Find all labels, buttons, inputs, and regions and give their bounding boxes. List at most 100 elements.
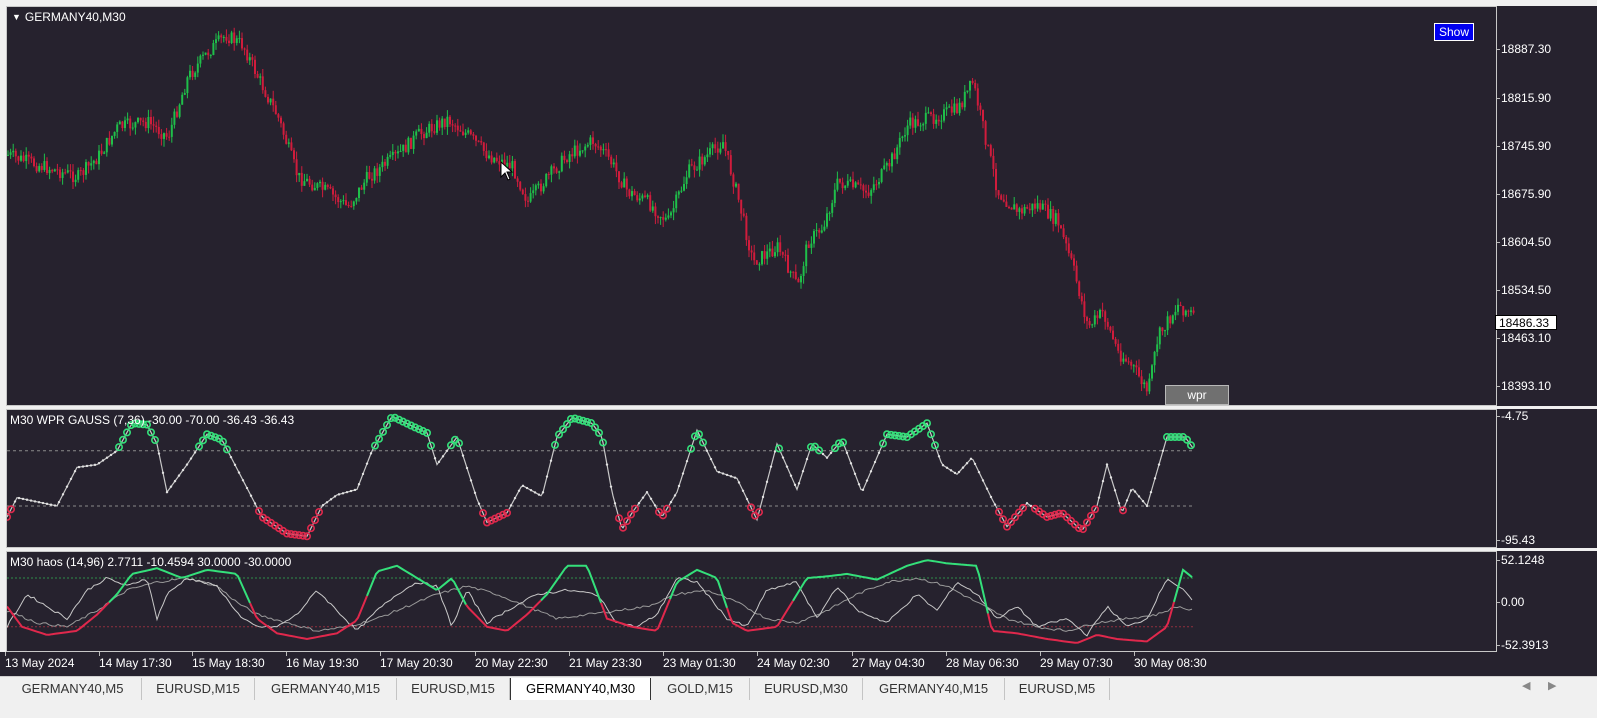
wpr-point bbox=[949, 469, 953, 472]
candle bbox=[423, 131, 425, 146]
price-chart-pane[interactable]: ▼ GERMANY40,M30 Show wpr bbox=[6, 6, 1497, 406]
candle bbox=[139, 117, 142, 126]
tab-germany40-m30[interactable]: GERMANY40,M30 bbox=[510, 678, 651, 701]
haos-indicator-pane[interactable]: M30 haos (14,96) 2.7711 -10.4594 30.0000… bbox=[6, 551, 1497, 652]
candle bbox=[555, 166, 558, 174]
candle bbox=[329, 184, 332, 190]
wpr-point bbox=[21, 497, 25, 501]
candle bbox=[298, 172, 301, 182]
mouse-cursor-icon bbox=[500, 161, 514, 181]
tab-eurusd-m15[interactable]: EURUSD,M15 bbox=[142, 678, 255, 700]
wpr-point bbox=[653, 504, 657, 507]
wpr-point bbox=[329, 498, 333, 501]
candle bbox=[615, 155, 618, 178]
wpr-point bbox=[1157, 463, 1161, 466]
candle bbox=[927, 107, 930, 114]
candle bbox=[659, 216, 662, 225]
candle bbox=[807, 240, 810, 249]
candle bbox=[384, 159, 386, 171]
haos-trend-line bbox=[7, 601, 110, 636]
wpr-point bbox=[25, 498, 29, 501]
wpr-point bbox=[33, 500, 37, 503]
wpr-point bbox=[737, 481, 741, 484]
candle bbox=[651, 200, 654, 213]
candle bbox=[410, 137, 412, 150]
time-axis[interactable]: 13 May 2024 14 May 17:30 15 May 18:30 16… bbox=[0, 652, 1597, 676]
wpr-point bbox=[521, 484, 525, 488]
candle bbox=[407, 136, 410, 155]
tab-scroll-right-icon[interactable]: ▶ bbox=[1548, 679, 1556, 692]
candle bbox=[238, 30, 241, 44]
wpr-line bbox=[7, 416, 1194, 537]
wpr-point bbox=[829, 451, 833, 455]
candle bbox=[40, 163, 43, 173]
wpr-point bbox=[957, 470, 961, 474]
wpr-point bbox=[345, 490, 349, 494]
candle bbox=[363, 179, 366, 195]
candle bbox=[714, 137, 717, 154]
wpr-point bbox=[545, 475, 549, 478]
candle bbox=[228, 34, 230, 47]
candle bbox=[740, 199, 743, 221]
haos-indicator-label: M30 haos (14,96) 2.7711 -10.4594 30.0000… bbox=[10, 555, 292, 569]
candle bbox=[137, 117, 139, 124]
wpr-point bbox=[785, 465, 789, 468]
candle bbox=[779, 235, 782, 256]
wpr-indicator-pane[interactable]: M30 WPR GAUSS (7,36) -30.00 -70.00 -36.4… bbox=[6, 409, 1497, 548]
tab-gold-m15[interactable]: GOLD,M15 bbox=[651, 678, 750, 700]
wpr-point bbox=[1137, 495, 1141, 498]
candle bbox=[1184, 309, 1187, 318]
candle bbox=[701, 153, 704, 171]
candle bbox=[818, 228, 821, 239]
tab-germany40-m15-2[interactable]: GERMANY40,M15 bbox=[863, 678, 1005, 700]
wpr-point bbox=[1153, 477, 1157, 480]
candle bbox=[446, 110, 449, 135]
collapse-triangle-icon[interactable]: ▼ bbox=[12, 12, 21, 22]
price-axis[interactable]: 18887.30 18815.90 18745.90 18675.90 1860… bbox=[1496, 6, 1597, 406]
candle bbox=[207, 48, 210, 60]
wpr-point bbox=[341, 492, 345, 495]
time-label: 27 May 04:30 bbox=[852, 652, 925, 670]
candle bbox=[443, 118, 446, 130]
show-button[interactable]: Show bbox=[1434, 23, 1474, 41]
candle bbox=[963, 84, 966, 111]
candle bbox=[1088, 317, 1091, 329]
candle bbox=[774, 246, 776, 258]
candle bbox=[1080, 292, 1083, 305]
price-tick: 18604.50 bbox=[1496, 235, 1552, 249]
tab-scroll-left-icon[interactable]: ◀ bbox=[1522, 679, 1530, 692]
candle bbox=[563, 150, 566, 164]
tab-germany40-m15[interactable]: GERMANY40,M15 bbox=[255, 678, 397, 700]
candle bbox=[1161, 327, 1164, 336]
time-label: 29 May 07:30 bbox=[1040, 652, 1113, 670]
candle bbox=[579, 143, 581, 158]
candle bbox=[64, 168, 67, 175]
wpr-axis[interactable]: -4.75 -95.43 bbox=[1496, 409, 1597, 548]
candle bbox=[885, 161, 888, 172]
candle bbox=[1026, 204, 1029, 210]
wpr-point bbox=[325, 501, 329, 504]
candle bbox=[805, 240, 808, 274]
tab-germany40-m5[interactable]: GERMANY40,M5 bbox=[4, 678, 142, 700]
tab-eurusd-m30[interactable]: EURUSD,M30 bbox=[750, 678, 863, 700]
wpr-point bbox=[1117, 501, 1121, 505]
symbol-label[interactable]: ▼ GERMANY40,M30 bbox=[12, 10, 126, 24]
candle bbox=[225, 29, 228, 44]
wpr-point bbox=[17, 496, 21, 500]
candle bbox=[776, 237, 779, 257]
candle bbox=[157, 119, 160, 139]
wpr-button[interactable]: wpr bbox=[1165, 385, 1229, 405]
candle bbox=[399, 144, 402, 153]
candle bbox=[1086, 315, 1088, 330]
candle bbox=[865, 184, 867, 199]
candle bbox=[404, 139, 407, 153]
candle bbox=[1164, 329, 1166, 337]
haos-axis[interactable]: 52.1248 0.00 -52.3913 bbox=[1496, 551, 1597, 652]
candle bbox=[631, 186, 633, 201]
haos-trend-line bbox=[726, 600, 794, 632]
wpr-point bbox=[525, 486, 529, 490]
candle bbox=[430, 119, 433, 138]
tab-eurusd-m5[interactable]: EURUSD,M5 bbox=[1005, 678, 1110, 700]
tab-eurusd-m15-2[interactable]: EURUSD,M15 bbox=[397, 678, 510, 700]
candle bbox=[823, 220, 826, 232]
